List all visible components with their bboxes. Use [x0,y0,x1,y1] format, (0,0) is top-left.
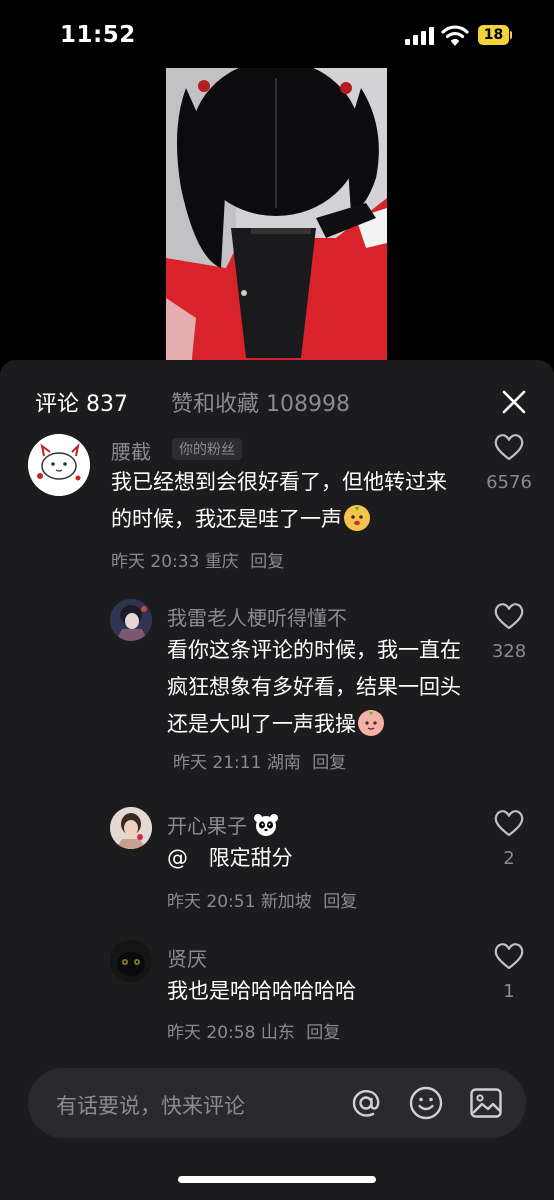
comment-location: 湖南 [266,753,301,773]
video-frame-illustration [166,68,387,368]
comment-username[interactable]: 腰截 [111,436,151,465]
comment-text-content: 看你这条评论的时候，我一直在疯狂想象有多好看，结果一回头还是大叫了一声我操 [167,638,461,736]
reply-item: 我雷老人梗听得懂不 看你这条评论的时候，我一直在疯狂想象有多好看，结果一回头还是… [0,595,554,785]
tab-likes-and-favorites[interactable]: 赞和收藏 108998 [171,386,350,418]
reply-item: 开心果子 @ 限定甜分 昨天 20:51 新加坡 回复 2 [0,804,554,924]
comment-item: 腰截 你的粉丝 我已经想到会很好看了，但他转过来的时候，我还是哇了一声 昨天 2… [0,432,554,582]
panel-header: 评论 837 赞和收藏 108998 [0,360,554,440]
heart-icon[interactable] [493,601,525,631]
comment-location: 重庆 [204,552,239,572]
cellular-signal-icon [405,27,435,45]
image-icon[interactable] [468,1085,504,1121]
comment-username[interactable]: 开心果子 [167,810,279,839]
heart-icon[interactable] [493,941,525,971]
video-thumbnail[interactable] [166,68,387,368]
reply-item: 贤厌 我也是哈哈哈哈哈哈 昨天 20:58 山东 回复 1 [0,937,554,1052]
reply-button[interactable]: 回复 [312,753,346,773]
comment-text: 看你这条评论的时候，我一直在疯狂想象有多好看，结果一回头还是大叫了一声我操 昨天… [167,632,467,782]
reply-button[interactable]: 回复 [250,552,284,572]
battery-icon: 18 [478,25,512,45]
status-bar: 11:52 18 [0,0,554,70]
avatar[interactable] [28,434,90,496]
heart-icon[interactable] [493,432,525,462]
comment-text: 我已经想到会很好看了，但他转过来的时候，我还是哇了一声 [111,464,461,538]
emoji-icon[interactable] [408,1085,444,1121]
emoji-face-graphic [351,507,363,526]
mention-link[interactable]: 限定甜分 [209,846,293,870]
comment-meta: 昨天 21:11 湖南 回复 [173,753,346,773]
comment-location: 山东 [260,1023,295,1043]
like-count: 6576 [486,472,532,493]
username-text: 开心果子 [167,814,247,838]
comment-username[interactable]: 贤厌 [167,943,207,972]
comment-time: 昨天 20:33 [111,552,200,572]
anime-avatar-image [110,599,152,641]
comment-meta: 昨天 20:58 山东 回复 [167,1018,340,1043]
comment-input-bar[interactable]: 有话要说，快来评论 [28,1068,526,1138]
wifi-icon [441,25,469,46]
status-time: 11:52 [60,22,136,48]
comment-input-placeholder[interactable]: 有话要说，快来评论 [56,1090,245,1120]
close-icon[interactable] [496,384,532,420]
comment-username[interactable]: 我雷老人梗听得懂不 [167,602,347,631]
comment-time: 昨天 20:51 [167,892,256,912]
tab-comments[interactable]: 评论 837 [35,386,128,418]
like-count: 1 [503,981,515,1002]
at-icon[interactable] [348,1085,384,1121]
like-count: 328 [491,641,527,662]
avatar[interactable] [110,599,152,641]
avatar[interactable] [110,940,152,982]
comment-time: 昨天 20:58 [167,1023,256,1043]
emoji-face-icon [358,710,384,736]
comment-text: @ 限定甜分 [167,840,467,877]
comment-time: 昨天 21:11 [173,753,262,773]
reply-button[interactable]: 回复 [306,1023,340,1043]
comment-list[interactable]: 腰截 你的粉丝 我已经想到会很好看了，但他转过来的时候，我还是哇了一声 昨天 2… [0,432,554,1052]
comment-text: 我也是哈哈哈哈哈哈 [167,979,356,1003]
mention-at-symbol: @ [167,846,188,870]
comment-meta: 昨天 20:33 重庆 回复 [111,547,284,572]
comment-text-content: 我已经想到会很好看了，但他转过来的时候，我还是哇了一声 [111,470,447,531]
comment-location: 新加坡 [260,892,312,912]
black-cat-avatar-image [110,940,152,982]
panda-emoji-icon [254,814,279,836]
battery-level: 18 [478,25,509,45]
cat-sticker-avatar-image [28,434,90,496]
home-indicator[interactable] [178,1176,376,1183]
reply-button[interactable]: 回复 [323,892,357,912]
emoji-face-graphic [365,712,377,730]
photo-avatar-image [110,807,152,849]
avatar[interactable] [110,807,152,849]
like-count: 2 [503,848,515,869]
comment-meta: 昨天 20:51 新加坡 回复 [167,887,357,912]
heart-icon[interactable] [493,808,525,838]
fan-badge: 你的粉丝 [172,438,242,460]
emoji-face-icon [344,505,370,531]
